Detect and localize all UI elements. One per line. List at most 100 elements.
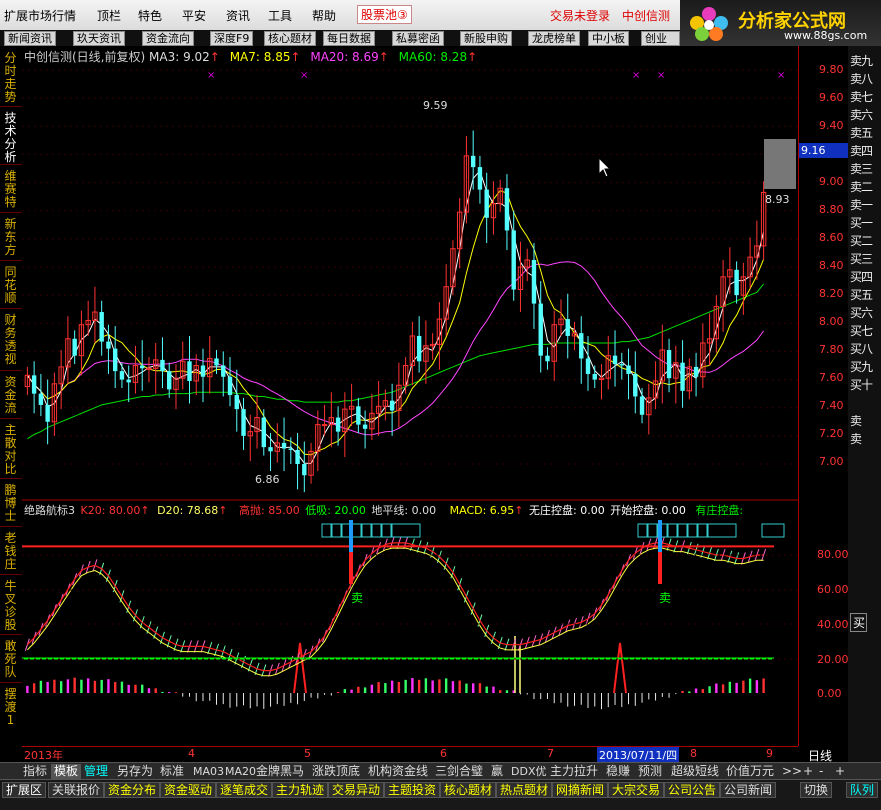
tab-block-trade[interactable]: 大宗交易	[608, 782, 665, 798]
tab-manage[interactable]: 管理	[81, 764, 111, 779]
tab-xindongfang[interactable]: 新东方	[3, 218, 18, 257]
stock-pool-button[interactable]: 股票池③	[357, 5, 412, 24]
tab-fund-flow[interactable]: 资金流	[3, 376, 18, 415]
tab-save-as[interactable]: 另存为	[114, 764, 156, 779]
tab-hot-theme[interactable]: 热点题材	[496, 782, 553, 798]
tab-fund-drive[interactable]: 资金驱动	[160, 782, 217, 798]
menu-top-bar[interactable]: 顶栏	[97, 7, 121, 24]
high-price-label: 9.59	[423, 99, 448, 112]
menu-info[interactable]: 资讯	[226, 7, 250, 24]
last-price-label: 8.93	[765, 193, 790, 206]
candle-body	[241, 409, 246, 436]
tab-queue[interactable]: 队列	[846, 782, 879, 798]
tab-minus[interactable]: -	[816, 764, 826, 779]
tab-trade-anomaly[interactable]: 交易异动	[328, 782, 385, 798]
order-book-column: 卖九 卖八 卖七 卖六 卖五 卖四 卖三 卖二 卖一 买一 买二 买三 买四 买…	[848, 46, 881, 764]
tab-switch[interactable]: 切换	[800, 782, 833, 798]
candle-body	[416, 335, 422, 362]
nav-gem-board[interactable]: 创业板	[641, 31, 680, 58]
axis-label: 8.60	[819, 231, 844, 244]
tab-steady[interactable]: 稳赚	[603, 764, 633, 779]
candle-body	[666, 350, 672, 379]
nav-core-theme[interactable]: 核心题材	[264, 31, 316, 46]
tab-tonghuashun[interactable]: 同花顺	[3, 266, 18, 305]
tab-theme-invest[interactable]: 主题投资	[384, 782, 441, 798]
tab-plus[interactable]: +	[800, 764, 816, 779]
book-row: 卖五	[850, 126, 873, 140]
menu-tools[interactable]: 工具	[268, 7, 292, 24]
tab-updown-top[interactable]: 涨跌顶底	[309, 764, 363, 779]
nav-ipo[interactable]: 新股申购	[460, 31, 512, 46]
book-row: 卖八	[850, 72, 873, 86]
tab-main-retail[interactable]: 主散对比	[3, 424, 18, 476]
candle-body	[680, 362, 685, 391]
book-row: 卖	[850, 414, 862, 428]
buy-tab[interactable]: 买	[850, 613, 868, 632]
tab-related-quote[interactable]: 关联报价	[48, 782, 105, 798]
date-label: 6	[440, 747, 447, 760]
menu-help[interactable]: 帮助	[312, 7, 336, 24]
tab-indicator[interactable]: 指标	[20, 764, 50, 779]
low-price-label: 6.86	[255, 473, 280, 486]
tab-pengboshi[interactable]: 鹏博士	[3, 484, 18, 523]
menu-pingan[interactable]: 平安	[182, 7, 206, 24]
tab-niucha[interactable]: 牛叉诊股	[3, 580, 18, 632]
tab-core-theme[interactable]: 核心题材	[440, 782, 497, 798]
candle-body	[187, 361, 192, 381]
axis-label: 8.40	[819, 259, 844, 272]
tab-laoqianzhuang[interactable]: 老钱庄	[3, 532, 18, 571]
ma20-value: MA20: 8.69	[310, 50, 379, 64]
tab-ddx[interactable]: DDX优	[508, 764, 549, 779]
tab-company-news[interactable]: 公司新闻	[720, 782, 777, 798]
candle-body	[389, 400, 395, 411]
chart-title: 中创信测(日线,前复权)	[24, 50, 146, 64]
tab-plus-2[interactable]: +	[832, 764, 848, 779]
book-row: 买二	[850, 234, 873, 248]
tab-win[interactable]: 赢	[488, 764, 506, 779]
stock-pool-badge: ③	[397, 8, 408, 22]
tab-technical[interactable]: 技术分析	[3, 112, 18, 164]
tab-news-digest[interactable]: 网摘新闻	[552, 782, 609, 798]
trade-login-status[interactable]: 交易未登录	[550, 7, 610, 24]
tab-forecast[interactable]: 预测	[635, 764, 665, 779]
menu-extended-market[interactable]: 扩展市场行情	[4, 7, 76, 24]
tab-ext-area[interactable]: 扩展区	[2, 782, 47, 798]
tab-gold-horse[interactable]: 金牌黑马	[253, 764, 307, 779]
tab-standard[interactable]: 标准	[157, 764, 187, 779]
nav-daily-data[interactable]: 每日数据	[323, 31, 375, 46]
ind-axis-label: 20.00	[817, 653, 849, 666]
tab-gansidui[interactable]: 敢死队	[3, 640, 18, 679]
current-price-tag: 9.16	[799, 143, 851, 158]
menu-features[interactable]: 特色	[138, 7, 162, 24]
tab-template[interactable]: 模板	[51, 764, 82, 779]
candle-body	[268, 447, 273, 452]
nav-jiutian[interactable]: 玖天资讯	[73, 31, 125, 46]
tab-super-short[interactable]: 超级短线	[668, 764, 722, 779]
tab-weisaite[interactable]: 维赛特	[3, 170, 18, 209]
logo-banner: 分析家公式网 www.88gs.com	[680, 0, 881, 46]
nav-fund-flow[interactable]: 资金流向	[142, 31, 194, 46]
tab-company-notice[interactable]: 公司公告	[664, 782, 721, 798]
nav-f9[interactable]: 深度F9	[210, 31, 254, 46]
candle-body	[221, 365, 226, 377]
tab-tick-trades[interactable]: 逐笔成交	[216, 782, 273, 798]
tab-fund-dist[interactable]: 资金分布	[104, 782, 161, 798]
tab-finance[interactable]: 财务透视	[3, 314, 18, 366]
price-axis: 9.80 9.60 9.40 9.20 9.00 8.80 8.60 8.40 …	[798, 46, 851, 746]
tab-baidu[interactable]: 摆渡1	[3, 688, 18, 727]
candle-body	[362, 424, 368, 429]
tab-time-sharing[interactable]: 分时走势	[3, 52, 18, 104]
nav-news[interactable]: 新闻资讯	[4, 31, 56, 46]
no-control-value: 无庄控盘: 0.00	[529, 504, 605, 517]
tab-inst-fund[interactable]: 机构资金线	[365, 764, 431, 779]
tab-main-rise[interactable]: 主力拉升	[547, 764, 601, 779]
nav-sme-board[interactable]: 中小板	[588, 31, 629, 46]
nav-dragon-tiger[interactable]: 龙虎榜单	[528, 31, 580, 46]
tab-three-swords[interactable]: 三剑合璧	[432, 764, 486, 779]
tab-value[interactable]: 价值万元	[723, 764, 777, 779]
book-row: 卖六	[850, 108, 873, 122]
kline-chart[interactable]: × × × × ×	[22, 46, 798, 746]
ind-axis-label: 60.00	[817, 583, 849, 596]
tab-main-track[interactable]: 主力轨迹	[272, 782, 329, 798]
nav-private-letter[interactable]: 私募密函	[392, 31, 444, 46]
